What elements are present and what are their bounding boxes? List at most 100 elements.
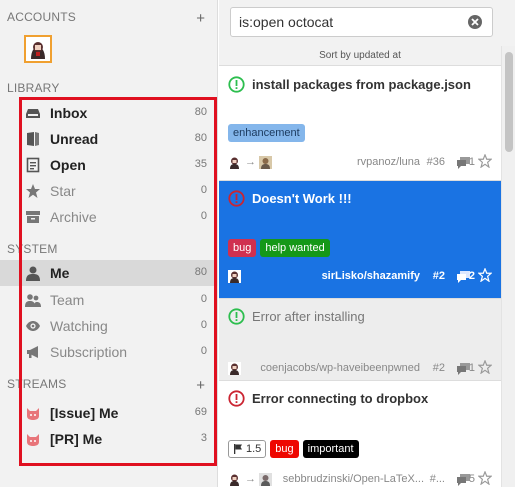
team-icon bbox=[25, 294, 41, 307]
issue-title: Doesn't Work !!! bbox=[252, 191, 352, 206]
sort-label: Sort by updated at bbox=[319, 50, 401, 61]
sidebar-item-count: 80 bbox=[194, 266, 207, 278]
comment-count: 5 bbox=[468, 473, 475, 485]
sidebar-item-issue-me[interactable]: [Issue] Me 69 bbox=[0, 400, 218, 426]
sidebar-item-star[interactable]: Star 0 bbox=[0, 178, 218, 204]
issue-repo[interactable]: sirLisko/shazamify bbox=[322, 270, 420, 282]
octocat-icon bbox=[27, 434, 39, 446]
issue-title: Error after installing bbox=[252, 309, 365, 324]
star-icon bbox=[26, 184, 40, 198]
label-important[interactable]: important bbox=[302, 440, 359, 458]
search-bar bbox=[219, 0, 515, 46]
milestone-badge[interactable]: 1.5 bbox=[228, 440, 267, 458]
account-avatar[interactable] bbox=[24, 35, 52, 63]
assignee-avatar-icon bbox=[259, 156, 272, 169]
add-stream-button[interactable]: + bbox=[196, 378, 205, 393]
assignee-avatar-icon bbox=[259, 473, 272, 486]
issue-item[interactable]: install packages from package.json enhan… bbox=[219, 67, 501, 181]
issue-number: #2 bbox=[432, 270, 445, 282]
issue-item[interactable]: Error connecting to dropbox 1.5 bug impo… bbox=[219, 381, 501, 487]
arrow-icon: → bbox=[245, 473, 256, 485]
sidebar-item-count: 3 bbox=[200, 432, 207, 444]
sidebar-item-count: 0 bbox=[200, 210, 207, 222]
star-icon[interactable] bbox=[478, 154, 492, 168]
scrollbar[interactable] bbox=[501, 46, 515, 487]
document-icon bbox=[26, 157, 40, 173]
issue-number: #2 bbox=[432, 362, 445, 374]
sidebar-item-subscription[interactable]: Subscription 0 bbox=[0, 339, 218, 365]
sidebar-item-label: [Issue] Me bbox=[50, 405, 119, 421]
sidebar-item-count: 0 bbox=[200, 319, 207, 331]
sidebar-item-team[interactable]: Team 0 bbox=[0, 287, 218, 313]
sidebar-item-label: Team bbox=[50, 292, 85, 308]
scrollbar-thumb[interactable] bbox=[505, 52, 513, 152]
add-account-button[interactable]: + bbox=[196, 11, 205, 26]
sidebar-item-label: Watching bbox=[50, 318, 108, 334]
book-icon bbox=[27, 132, 39, 146]
clear-search-icon[interactable] bbox=[467, 14, 483, 30]
sort-dropdown[interactable]: Sort by updated at ▼ bbox=[219, 46, 513, 66]
flag-icon bbox=[234, 444, 242, 454]
issue-labels: bug help wanted bbox=[228, 239, 330, 257]
issue-number: #36 bbox=[426, 156, 445, 168]
sidebar-item-unread[interactable]: Unread 80 bbox=[0, 126, 218, 152]
issue-labels: enhancement bbox=[228, 124, 305, 142]
star-icon[interactable] bbox=[478, 360, 492, 374]
issue-repo[interactable]: coenjacobs/wp-haveibeenpwned bbox=[260, 362, 420, 374]
archive-icon bbox=[26, 211, 40, 223]
sidebar-item-label: Star bbox=[50, 183, 76, 199]
sidebar-item-count: 35 bbox=[194, 158, 207, 170]
sidebar-item-open[interactable]: Open 35 bbox=[0, 152, 218, 178]
sidebar-item-label: [PR] Me bbox=[50, 431, 103, 447]
sidebar-item-me[interactable]: Me 80 bbox=[0, 260, 218, 286]
sidebar-item-archive[interactable]: Archive 0 bbox=[0, 204, 218, 230]
sidebar-item-count: 0 bbox=[200, 184, 207, 196]
person-icon bbox=[26, 266, 40, 281]
open-issue-icon bbox=[228, 390, 245, 407]
sidebar-item-count: 0 bbox=[200, 293, 207, 305]
sidebar-item-label: Subscription bbox=[50, 344, 128, 360]
label-bug[interactable]: bug bbox=[228, 239, 257, 257]
search-input[interactable] bbox=[230, 7, 493, 37]
arrow-icon: → bbox=[245, 156, 256, 168]
sidebar-item-pr-me[interactable]: [PR] Me 3 bbox=[0, 426, 218, 452]
sidebar-item-label: Inbox bbox=[50, 105, 88, 121]
eye-icon bbox=[26, 321, 40, 331]
accounts-heading: ACCOUNTS bbox=[7, 10, 76, 24]
library-heading: LIBRARY bbox=[7, 81, 60, 95]
sidebar-item-watching[interactable]: Watching 0 bbox=[0, 313, 218, 339]
label-bug[interactable]: bug bbox=[270, 440, 299, 458]
comment-count: 2 bbox=[468, 270, 475, 282]
milestone-label: 1.5 bbox=[246, 443, 262, 455]
issue-repo[interactable]: rvpanoz/luna bbox=[357, 156, 420, 168]
star-icon[interactable] bbox=[478, 268, 492, 282]
issue-meta: → rvpanoz/luna #36 1 bbox=[228, 154, 492, 172]
inbox-icon bbox=[26, 109, 40, 118]
issue-item[interactable]: Error after installing coenjacobs/wp-hav… bbox=[219, 299, 501, 381]
open-issue-icon bbox=[228, 76, 245, 93]
octocat-icon bbox=[27, 408, 39, 420]
label-enhancement[interactable]: enhancement bbox=[228, 124, 305, 142]
issue-repo[interactable]: sebbrudzinski/Open-LaTeX... bbox=[283, 473, 424, 485]
sidebar-item-inbox[interactable]: Inbox 80 bbox=[0, 100, 218, 126]
author-avatar-icon bbox=[228, 156, 241, 169]
issue-item-selected[interactable]: Doesn't Work !!! bug help wanted sirLisk… bbox=[219, 181, 501, 299]
issue-list-panel: Sort by updated at ▼ install packages fr… bbox=[219, 0, 515, 487]
sidebar-item-count: 69 bbox=[194, 406, 207, 418]
issue-title: install packages from package.json bbox=[252, 77, 471, 92]
comment-count: 1 bbox=[468, 156, 475, 168]
label-help-wanted[interactable]: help wanted bbox=[260, 239, 330, 257]
author-avatar-icon bbox=[228, 270, 241, 283]
sidebar-item-count: 0 bbox=[200, 345, 207, 357]
sidebar: ACCOUNTS + LIBRARY Inbox 80 Unread 80 Op… bbox=[0, 0, 218, 487]
star-icon[interactable] bbox=[478, 471, 492, 485]
open-issue-icon bbox=[228, 308, 245, 325]
streams-heading: STREAMS bbox=[7, 377, 67, 391]
issue-meta: → sebbrudzinski/Open-LaTeX... #... 5 bbox=[228, 471, 492, 487]
sidebar-item-count: 80 bbox=[194, 132, 207, 144]
sidebar-item-label: Unread bbox=[50, 131, 99, 147]
issue-meta: sirLisko/shazamify #2 2 bbox=[228, 268, 492, 286]
avatar-icon bbox=[28, 39, 48, 59]
sidebar-item-label: Me bbox=[50, 265, 70, 281]
issue-title: Error connecting to dropbox bbox=[252, 391, 429, 406]
